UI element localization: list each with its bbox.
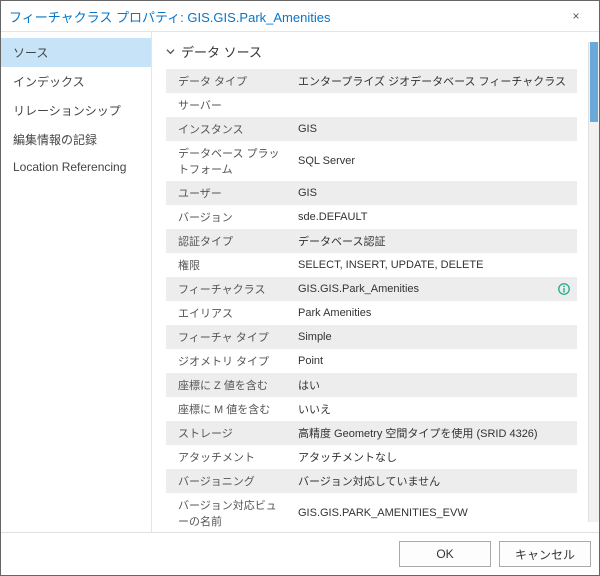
- table-row: バージョン対応ビューの名前GIS.GIS.PARK_AMENITIES_EVW: [166, 493, 577, 532]
- close-icon: ×: [572, 9, 579, 23]
- prop-val: SELECT, INSERT, UPDATE, DELETE: [292, 253, 577, 277]
- table-row: エイリアスPark Amenities: [166, 301, 577, 325]
- prop-val: 高精度 Geometry 空間タイプを使用 (SRID 4326): [292, 421, 577, 445]
- table-row: サーバー: [166, 93, 577, 117]
- table-row: データ タイプエンタープライズ ジオデータベース フィーチャクラス: [166, 69, 577, 93]
- sidebar-item-label: Location Referencing: [13, 160, 126, 174]
- prop-val: GIS: [292, 117, 577, 141]
- prop-key: 認証タイプ: [166, 229, 292, 253]
- table-row: フィーチャ タイプSimple: [166, 325, 577, 349]
- table-row: ストレージ高精度 Geometry 空間タイプを使用 (SRID 4326): [166, 421, 577, 445]
- sidebar-item-location-referencing[interactable]: Location Referencing: [1, 154, 151, 180]
- prop-val: データベース認証: [292, 229, 577, 253]
- sidebar-item-source[interactable]: ソース: [1, 38, 151, 67]
- prop-key: ユーザー: [166, 181, 292, 205]
- prop-val: GIS.GIS.PARK_AMENITIES_EVW: [292, 493, 577, 532]
- prop-key: エイリアス: [166, 301, 292, 325]
- section-header[interactable]: データ ソース: [166, 42, 595, 61]
- content-pane: データ ソース データ タイプエンタープライズ ジオデータベース フィーチャクラ…: [152, 32, 599, 532]
- table-row: ユーザーGIS: [166, 181, 577, 205]
- prop-val: GIS: [292, 181, 577, 205]
- prop-key: 座標に Z 値を含む: [166, 373, 292, 397]
- prop-val: いいえ: [292, 397, 577, 421]
- properties-dialog: フィーチャクラス プロパティ: GIS.GIS.Park_Amenities ×…: [0, 0, 600, 576]
- sidebar-item-editor-tracking[interactable]: 編集情報の記録: [1, 125, 151, 154]
- prop-key: アタッチメント: [166, 445, 292, 469]
- prop-key: インスタンス: [166, 117, 292, 141]
- prop-key: バージョニング: [166, 469, 292, 493]
- prop-val: エンタープライズ ジオデータベース フィーチャクラス: [292, 69, 577, 93]
- prop-key: 座標に M 値を含む: [166, 397, 292, 421]
- table-row: 認証タイプデータベース認証: [166, 229, 577, 253]
- chevron-down-icon: [166, 47, 175, 56]
- table-row: 権限SELECT, INSERT, UPDATE, DELETE: [166, 253, 577, 277]
- table-row: インスタンスGIS: [166, 117, 577, 141]
- table-row: アタッチメントアタッチメントなし: [166, 445, 577, 469]
- sidebar: ソース インデックス リレーションシップ 編集情報の記録 Location Re…: [1, 32, 152, 532]
- table-row: バージョンsde.DEFAULT: [166, 205, 577, 229]
- ok-button[interactable]: OK: [399, 541, 491, 567]
- info-icon[interactable]: [557, 282, 571, 296]
- table-row: ジオメトリ タイプPoint: [166, 349, 577, 373]
- dialog-body: ソース インデックス リレーションシップ 編集情報の記録 Location Re…: [1, 32, 599, 532]
- table-row: 座標に Z 値を含むはい: [166, 373, 577, 397]
- prop-val: アタッチメントなし: [292, 445, 577, 469]
- scrollbar-vertical[interactable]: [588, 42, 599, 522]
- prop-val: バージョン対応していません: [292, 469, 577, 493]
- prop-val: SQL Server: [292, 141, 577, 181]
- prop-key: ストレージ: [166, 421, 292, 445]
- sidebar-item-label: 編集情報の記録: [13, 133, 97, 147]
- dialog-footer: OK キャンセル: [1, 532, 599, 575]
- prop-val: Park Amenities: [292, 301, 577, 325]
- prop-val: [292, 93, 577, 117]
- prop-key: データベース プラットフォーム: [166, 141, 292, 181]
- table-row: バージョニングバージョン対応していません: [166, 469, 577, 493]
- prop-key: サーバー: [166, 93, 292, 117]
- prop-key: ジオメトリ タイプ: [166, 349, 292, 373]
- prop-val: Point: [292, 349, 577, 373]
- sidebar-item-label: リレーションシップ: [13, 104, 121, 118]
- scrollbar-thumb[interactable]: [590, 42, 598, 122]
- sidebar-item-relationship[interactable]: リレーションシップ: [1, 96, 151, 125]
- prop-key: フィーチャ タイプ: [166, 325, 292, 349]
- table-row: フィーチャクラス GIS.GIS.Park_Amenities: [166, 277, 577, 301]
- close-button[interactable]: ×: [561, 1, 591, 31]
- section-title: データ ソース: [181, 42, 262, 61]
- prop-val: sde.DEFAULT: [292, 205, 577, 229]
- sidebar-item-label: ソース: [13, 46, 48, 60]
- prop-key: データ タイプ: [166, 69, 292, 93]
- prop-val: GIS.GIS.Park_Amenities: [292, 277, 577, 301]
- cancel-button[interactable]: キャンセル: [499, 541, 591, 567]
- content-scroll: データ ソース データ タイプエンタープライズ ジオデータベース フィーチャクラ…: [152, 32, 599, 532]
- window-title: フィーチャクラス プロパティ: GIS.GIS.Park_Amenities: [9, 7, 561, 26]
- sidebar-item-index[interactable]: インデックス: [1, 67, 151, 96]
- prop-key: バージョン: [166, 205, 292, 229]
- sidebar-item-label: インデックス: [13, 75, 85, 89]
- table-row: データベース プラットフォームSQL Server: [166, 141, 577, 181]
- prop-key: 権限: [166, 253, 292, 277]
- prop-key: バージョン対応ビューの名前: [166, 493, 292, 532]
- property-rows: データ タイプエンタープライズ ジオデータベース フィーチャクラス サーバー イ…: [166, 69, 595, 532]
- prop-key: フィーチャクラス: [166, 277, 292, 301]
- prop-val: はい: [292, 373, 577, 397]
- table-row: 座標に M 値を含むいいえ: [166, 397, 577, 421]
- titlebar: フィーチャクラス プロパティ: GIS.GIS.Park_Amenities ×: [1, 1, 599, 32]
- prop-val: Simple: [292, 325, 577, 349]
